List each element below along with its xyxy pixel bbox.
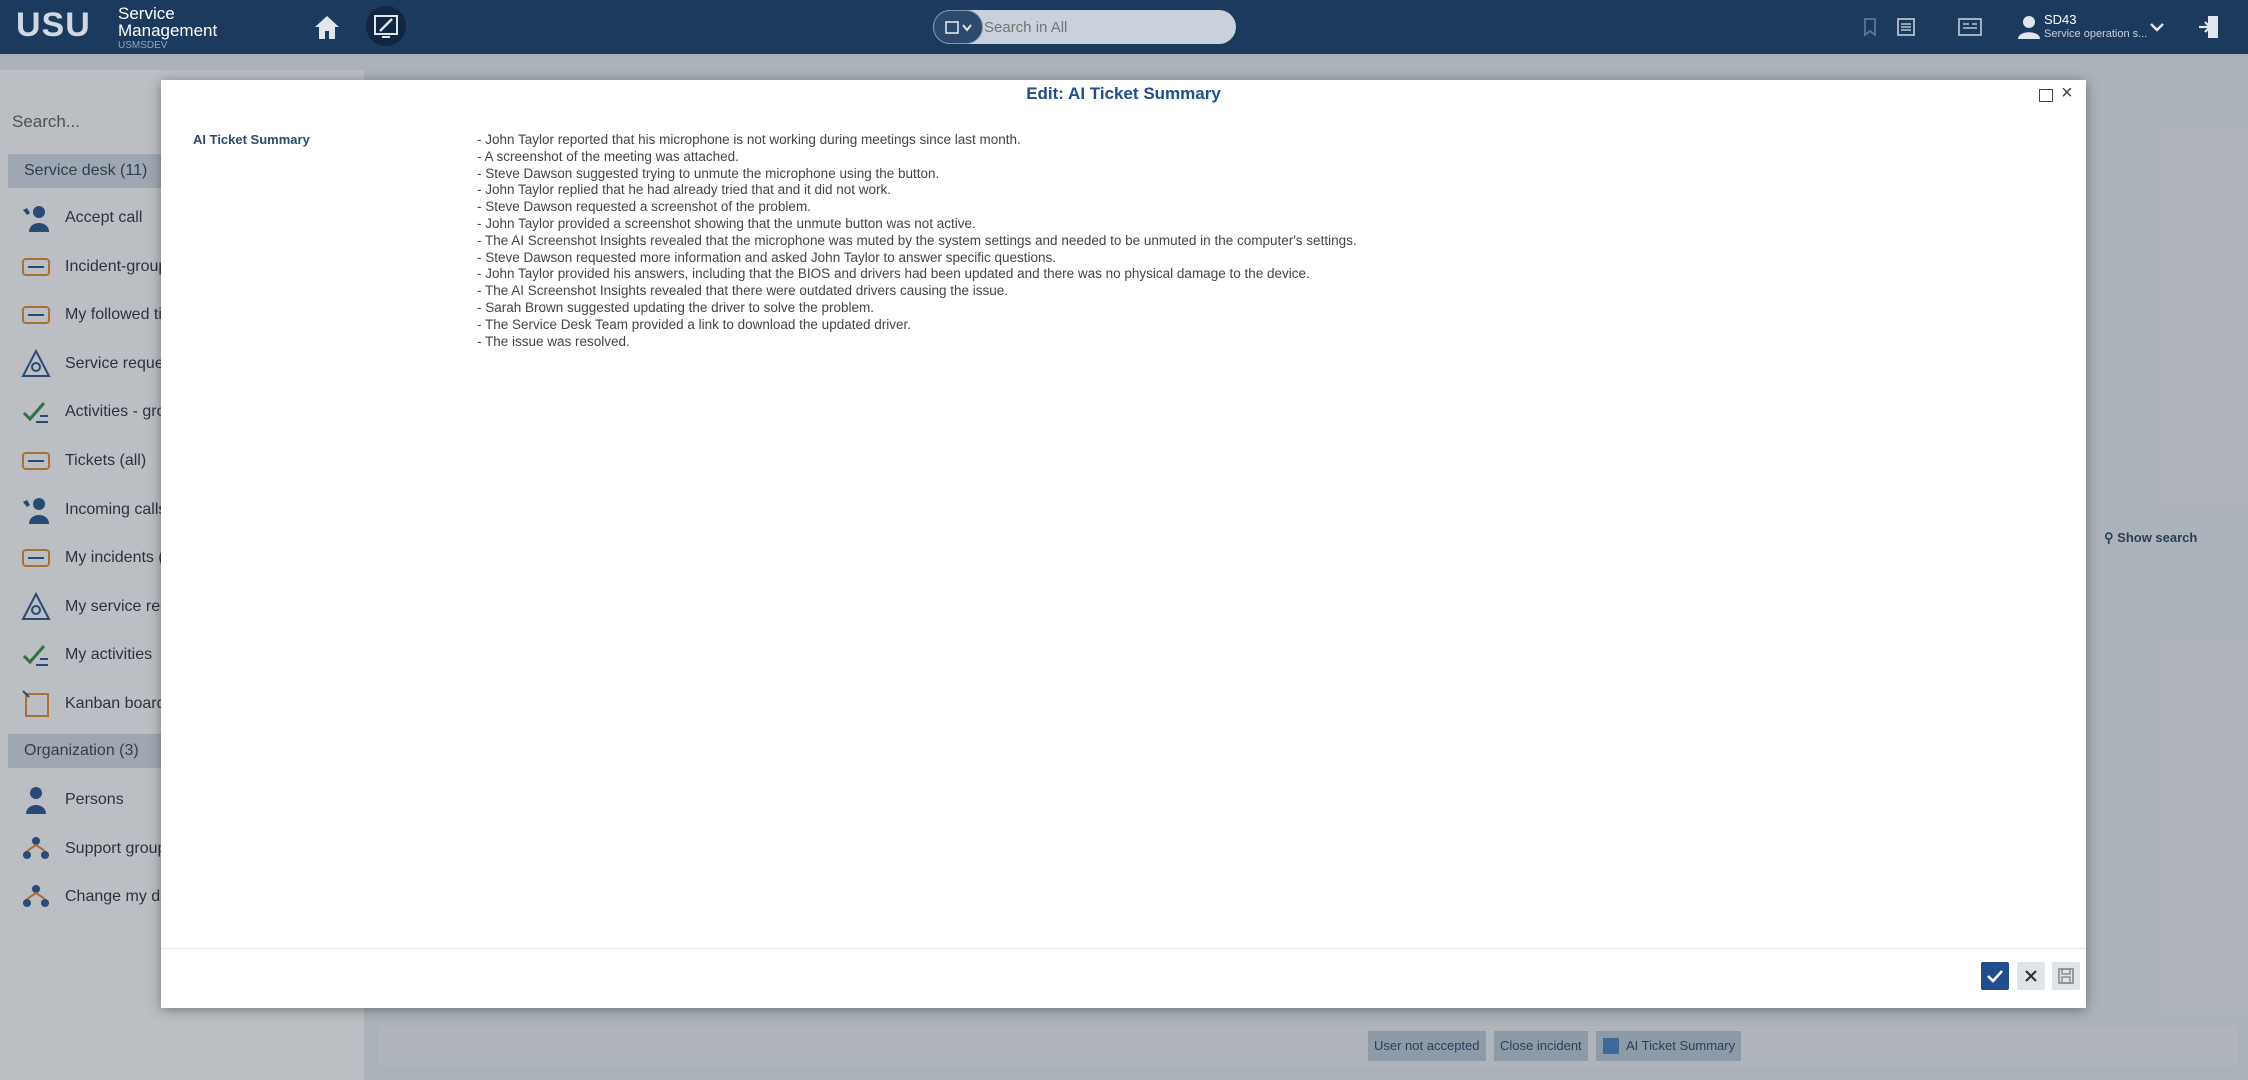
- summary-line: - The Service Desk Team provided a link …: [477, 316, 911, 332]
- summary-line: - John Taylor replied that he had alread…: [477, 182, 891, 198]
- summary-line: - A screenshot of the meeting was attach…: [477, 148, 739, 164]
- save-button[interactable]: [2052, 962, 2080, 990]
- home-icon[interactable]: [312, 13, 342, 41]
- top-bar: USU Service Management USMSDEV Search in…: [0, 0, 2248, 54]
- monitor-edit-icon: [374, 15, 398, 38]
- brand-line-1: Service: [118, 4, 175, 23]
- summary-line: - Sarah Brown suggested updating the dri…: [477, 299, 874, 315]
- list-icon[interactable]: [1894, 15, 1918, 39]
- check-icon: [1987, 970, 2003, 983]
- summary-line: - The AI Screenshot Insights revealed th…: [477, 232, 1357, 248]
- search-scope-dropdown[interactable]: [933, 10, 983, 44]
- logout-icon[interactable]: [2196, 13, 2222, 41]
- user-name[interactable]: SD43: [2044, 12, 2077, 27]
- workspace-button[interactable]: [366, 6, 406, 46]
- edit-ai-ticket-summary-dialog: Edit: AI Ticket Summary × AI Ticket Summ…: [161, 80, 2086, 1008]
- summary-line: - John Taylor provided a screenshot show…: [477, 215, 976, 231]
- summary-line: - John Taylor provided his answers, incl…: [477, 266, 1310, 282]
- search-input[interactable]: [984, 14, 1224, 40]
- ai-ticket-summary-text[interactable]: - John Taylor reported that his micropho…: [477, 132, 2057, 350]
- save-icon: [2058, 968, 2074, 984]
- summary-line: - The issue was resolved.: [477, 333, 630, 349]
- summary-line: - Steve Dawson requested a screenshot of…: [477, 199, 811, 215]
- summary-line: - The AI Screenshot Insights revealed th…: [477, 283, 1009, 299]
- brand-name: Service Management: [118, 5, 217, 39]
- user-role[interactable]: Service operation s...: [2044, 28, 2147, 40]
- instance-name: USMSDEV: [118, 40, 168, 51]
- bookmark-icon[interactable]: [1858, 15, 1882, 39]
- footer-divider: [161, 948, 2086, 949]
- maximize-icon[interactable]: [2039, 89, 2053, 102]
- confirm-button[interactable]: [1981, 962, 2009, 990]
- ai-ticket-summary-label: AI Ticket Summary: [193, 132, 310, 147]
- chevron-down-icon: [945, 21, 972, 34]
- chevron-down-icon[interactable]: [2148, 15, 2166, 39]
- close-icon: [2025, 970, 2037, 982]
- user-avatar-icon[interactable]: [2016, 14, 2042, 40]
- close-icon[interactable]: ×: [2061, 82, 2073, 105]
- usu-logo: USU: [16, 6, 91, 44]
- summary-line: - John Taylor reported that his micropho…: [477, 132, 1021, 147]
- news-icon[interactable]: [1956, 15, 1984, 39]
- summary-line: - Steve Dawson requested more informatio…: [477, 249, 1057, 265]
- dialog-title: Edit: AI Ticket Summary: [1026, 84, 1221, 103]
- summary-line: - Steve Dawson suggested trying to unmut…: [477, 165, 940, 181]
- brand-line-2: Management: [118, 21, 218, 40]
- cancel-button[interactable]: [2017, 962, 2045, 990]
